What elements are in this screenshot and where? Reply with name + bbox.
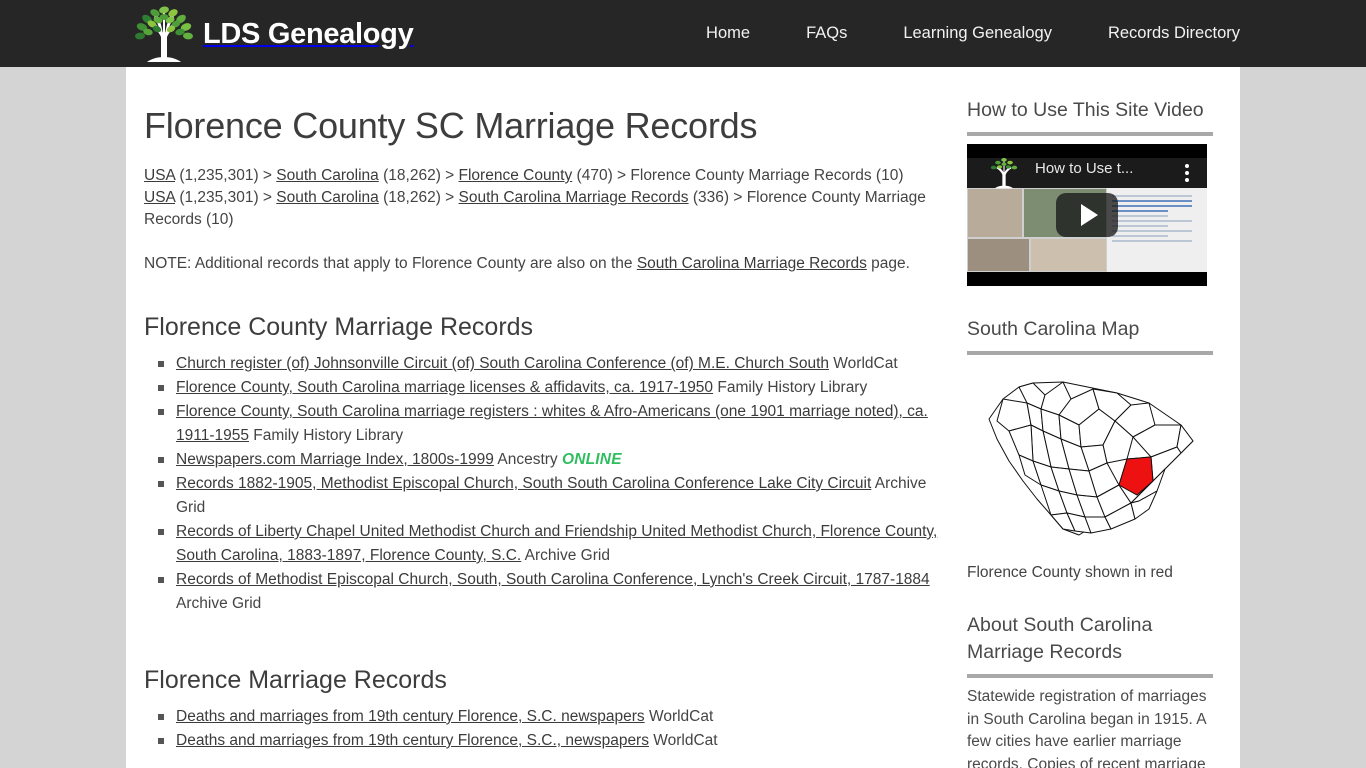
breadcrumb-row-2: USA (1,235,301) > South Carolina (18,262… — [144, 187, 934, 231]
record-source: WorldCat — [648, 732, 718, 749]
record-source: Family History Library — [713, 379, 868, 396]
south-carolina-map-icon — [967, 363, 1213, 556]
play-button-icon[interactable] — [1056, 193, 1118, 237]
sidebar-divider — [967, 351, 1213, 355]
breadcrumb2-link-south-carolina[interactable]: South Carolina — [276, 189, 379, 206]
breadcrumb-sep-2: (18,262) > — [378, 167, 459, 184]
note-link-sc-marriage-records[interactable]: South Carolina Marriage Records — [637, 255, 867, 272]
breadcrumb-link-south-carolina[interactable]: South Carolina — [276, 167, 379, 184]
text-line — [1112, 230, 1192, 232]
breadcrumb2-sep-1: (1,235,301) > — [175, 189, 277, 206]
text-line — [1112, 235, 1169, 237]
sidebar-about-widget: About South Carolina Marriage Records St… — [967, 612, 1213, 768]
record-link[interactable]: Florence County, South Carolina marriage… — [176, 379, 713, 396]
breadcrumb-row-1: USA (1,235,301) > South Carolina (18,262… — [144, 165, 934, 187]
record-link[interactable]: Church register (of) Johnsonville Circui… — [176, 355, 829, 372]
list-item: Florence County, South Carolina marriage… — [144, 376, 954, 400]
breadcrumb-link-usa[interactable]: USA — [144, 167, 175, 184]
list-item: Records of Methodist Episcopal Church, S… — [144, 568, 954, 616]
sidebar-heading-video: How to Use This Site Video — [967, 99, 1204, 121]
video-thumb-text — [1107, 188, 1207, 272]
sidebar-divider — [967, 132, 1213, 136]
section-title-county-records: Florence County Marriage Records — [144, 313, 534, 341]
page-container: Florence County SC Marriage Records USA … — [126, 67, 1240, 768]
record-link[interactable]: Records 1882-1905, Methodist Episcopal C… — [176, 475, 871, 492]
record-link[interactable]: Newspapers.com Marriage Index, 1800s-199… — [176, 451, 494, 468]
text-line — [1112, 200, 1192, 202]
site-logo-link[interactable]: LDS Genealogy — [133, 4, 414, 64]
sidebar-heading-map: South Carolina Map — [967, 318, 1140, 340]
sidebar-heading-about: About South Carolina Marriage Records — [967, 614, 1153, 663]
breadcrumb2-link-usa[interactable]: USA — [144, 189, 175, 206]
text-line — [1112, 220, 1192, 222]
breadcrumb-tail-1: (470) > Florence County Marriage Records… — [572, 167, 904, 184]
play-triangle — [1080, 204, 1098, 226]
page-title: Florence County SC Marriage Records — [144, 105, 758, 146]
site-brand-name: LDS Genealogy — [203, 17, 414, 50]
video-tree-logo-icon — [990, 157, 1018, 189]
list-item: Church register (of) Johnsonville Circui… — [144, 352, 954, 376]
about-text: Statewide registration of marriages in S… — [967, 688, 1207, 768]
record-link[interactable]: Deaths and marriages from 19th century F… — [176, 732, 649, 749]
note-text-after: page. — [866, 255, 910, 272]
list-item: Newspapers.com Marriage Index, 1800s-199… — [144, 448, 954, 472]
thumb-photo — [967, 238, 1030, 272]
text-line — [1112, 210, 1169, 212]
breadcrumb-sep-1: (1,235,301) > — [175, 167, 277, 184]
sidebar-map-widget: South Carolina Map Florence County shown… — [967, 316, 1213, 582]
nav-item-records-directory[interactable]: Records Directory — [1080, 24, 1240, 43]
nav-item-home[interactable]: Home — [678, 24, 778, 43]
nav-item-learning-genealogy[interactable]: Learning Genealogy — [875, 24, 1080, 43]
video-player[interactable]: How to Use t... — [967, 144, 1207, 286]
site-header: LDS Genealogy Home FAQs Learning Genealo… — [0, 0, 1366, 67]
record-link[interactable]: Records of Methodist Episcopal Church, S… — [176, 571, 930, 588]
text-line — [1112, 225, 1169, 227]
breadcrumb: USA (1,235,301) > South Carolina (18,262… — [144, 165, 934, 231]
list-item: Deaths and marriages from 19th century F… — [144, 729, 954, 753]
sidebar-video-widget: How to Use This Site Video How to Use t.… — [967, 97, 1213, 286]
list-item: Deaths and marriages from 19th century F… — [144, 705, 954, 729]
record-source: Archive Grid — [521, 547, 610, 564]
record-link[interactable]: Deaths and marriages from 19th century F… — [176, 708, 645, 725]
sidebar: How to Use This Site Video How to Use t.… — [967, 67, 1213, 768]
video-title: How to Use t... — [1035, 160, 1134, 177]
note-paragraph: NOTE: Additional records that apply to F… — [144, 253, 944, 275]
note-text-before: NOTE: Additional records that apply to F… — [144, 255, 637, 272]
record-source: WorldCat — [644, 708, 714, 725]
text-line — [1112, 215, 1169, 217]
section-title-florence-records: Florence Marriage Records — [144, 666, 447, 694]
list-item: Florence County, South Carolina marriage… — [144, 400, 954, 448]
thumb-photo — [967, 188, 1023, 239]
main-content: Florence County SC Marriage Records USA … — [144, 67, 954, 753]
breadcrumb2-link-sc-marriage-records[interactable]: South Carolina Marriage Records — [459, 189, 689, 206]
map-caption: Florence County shown in red — [967, 564, 1173, 581]
nav-item-faqs[interactable]: FAQs — [778, 24, 875, 43]
records-list-county: Church register (of) Johnsonville Circui… — [144, 352, 954, 616]
list-item: Records of Liberty Chapel United Methodi… — [144, 520, 954, 568]
breadcrumb-link-florence-county[interactable]: Florence County — [459, 167, 573, 184]
text-line — [1112, 240, 1192, 242]
record-source: WorldCat — [829, 355, 898, 372]
main-navigation: Home FAQs Learning Genealogy Records Dir… — [678, 0, 1240, 67]
text-line — [1112, 205, 1192, 207]
kebab-menu-icon[interactable] — [1185, 164, 1189, 185]
record-source: Ancestry — [493, 451, 562, 468]
records-list-florence: Deaths and marriages from 19th century F… — [144, 705, 954, 753]
online-badge: ONLINE — [561, 451, 622, 468]
record-source: Family History Library — [248, 427, 404, 444]
breadcrumb2-sep-2: (18,262) > — [378, 189, 459, 206]
sidebar-divider — [967, 674, 1213, 678]
list-item: Records 1882-1905, Methodist Episcopal C… — [144, 472, 954, 520]
thumb-photo — [1030, 238, 1107, 272]
record-source: Archive Grid — [176, 595, 262, 612]
text-line — [1112, 195, 1192, 197]
family-tree-icon — [135, 6, 193, 62]
